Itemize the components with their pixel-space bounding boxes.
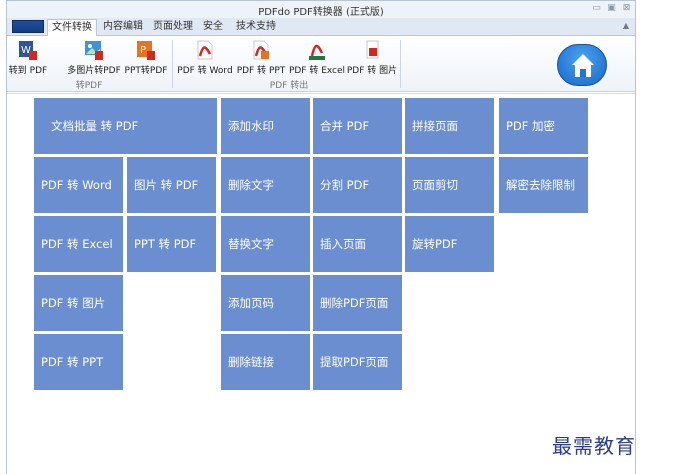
pdf-to-image-button[interactable]: PDF 转 图片 [346, 39, 398, 79]
tile-pdf-to-ppt[interactable]: PDF 转 PPT [34, 334, 123, 390]
tile-rotate-pdf[interactable]: 旋转PDF [405, 216, 494, 272]
pdf-to-excel-button[interactable]: PDF 转 Excel [288, 39, 346, 79]
pdf-to-word-button[interactable]: PDF 转 Word [177, 39, 233, 79]
images-to-pdf-icon [84, 39, 104, 61]
title-bar: PDFdo PDF转换器 (正式版) ▭ ▣ ⊠ [7, 1, 635, 18]
tile-delete-pdf-page[interactable]: 删除PDF页面 [313, 275, 402, 331]
tile-add-watermark[interactable]: 添加水印 [221, 98, 310, 154]
watermark-logo-text: 最需教育 [552, 434, 636, 458]
ribbon-collapse-icon[interactable]: ▲ [623, 21, 629, 30]
pdf-to-ppt-icon [251, 39, 271, 61]
tab-page-process[interactable]: 页面处理 [149, 19, 197, 35]
svg-text:P: P [140, 45, 146, 56]
tile-extract-pdf-page[interactable]: 提取PDF页面 [313, 334, 402, 390]
tile-pdf-to-excel[interactable]: PDF 转 Excel [34, 216, 123, 272]
group-label-to-pdf: 转PDF [75, 81, 103, 91]
word-to-pdf-icon: W [18, 39, 38, 61]
tile-ppt-to-pdf[interactable]: PPT 转 PDF [127, 216, 216, 272]
close-icon[interactable]: ⊠ [622, 3, 631, 13]
app-window: PDFdo PDF转换器 (正式版) ▭ ▣ ⊠ 文件转换 内容编辑 页面处理 … [6, 0, 636, 474]
pdf-to-image-icon [362, 39, 382, 61]
group-label-pdf-export: PDF 转出 [269, 81, 309, 91]
ppt-to-pdf-button[interactable]: P PPT转PDF [124, 39, 168, 79]
tile-decrypt[interactable]: 解密去除限制 [499, 157, 588, 213]
maximize-icon[interactable]: ▣ [607, 3, 616, 13]
ribbon-toolbar: W 转到 PDF 多图片转PDF P PPT转PDF 转PDF PDF 转 Wo… [7, 36, 635, 92]
minimize-icon[interactable]: ▭ [592, 3, 601, 13]
tab-security[interactable]: 安全 [199, 19, 227, 35]
window-title: PDFdo PDF转换器 (正式版) [258, 7, 384, 18]
tab-tech-support[interactable]: 技术支持 [232, 19, 280, 35]
tile-add-page-number[interactable]: 添加页码 [221, 275, 310, 331]
images-to-pdf-button[interactable]: 多图片转PDF [65, 39, 123, 79]
tile-pdf-encrypt[interactable]: PDF 加密 [499, 98, 588, 154]
tab-file-convert[interactable]: 文件转换 [47, 19, 97, 37]
tile-image-to-pdf[interactable]: 图片 转 PDF [127, 157, 216, 213]
pdf-to-excel-icon [307, 39, 327, 61]
group-separator [172, 40, 173, 88]
tile-delete-link[interactable]: 删除链接 [221, 334, 310, 390]
pdf-to-word-icon [195, 39, 215, 61]
tile-batch-to-pdf[interactable]: 文档批量 转 PDF [34, 98, 217, 154]
app-menu-button[interactable] [12, 20, 44, 33]
ribbon-tab-bar: 文件转换 内容编辑 页面处理 安全 技术支持 ▲ [7, 18, 635, 37]
home-icon [558, 54, 608, 90]
ppt-to-pdf-icon: P [136, 39, 156, 61]
tile-pdf-to-word[interactable]: PDF 转 Word [34, 157, 123, 213]
tile-area: 文档批量 转 PDF 添加水印 合并 PDF 拼接页面 PDF 加密 PDF 转… [7, 93, 635, 474]
home-button[interactable] [557, 44, 607, 86]
tile-pdf-to-image[interactable]: PDF 转 图片 [34, 275, 123, 331]
tile-splice-pages[interactable]: 拼接页面 [405, 98, 494, 154]
window-controls: ▭ ▣ ⊠ [592, 3, 631, 13]
tile-replace-text[interactable]: 替换文字 [221, 216, 310, 272]
pdf-to-ppt-button[interactable]: PDF 转 PPT [235, 39, 287, 79]
tab-content-edit[interactable]: 内容编辑 [99, 19, 147, 35]
tile-merge-pdf[interactable]: 合并 PDF [313, 98, 402, 154]
group-separator [400, 40, 401, 88]
tile-delete-text[interactable]: 删除文字 [221, 157, 310, 213]
tile-split-pdf[interactable]: 分割 PDF [313, 157, 402, 213]
tile-insert-page[interactable]: 插入页面 [313, 216, 402, 272]
word-to-pdf-button[interactable]: W 转到 PDF [8, 39, 48, 79]
tile-crop-page[interactable]: 页面剪切 [405, 157, 494, 213]
